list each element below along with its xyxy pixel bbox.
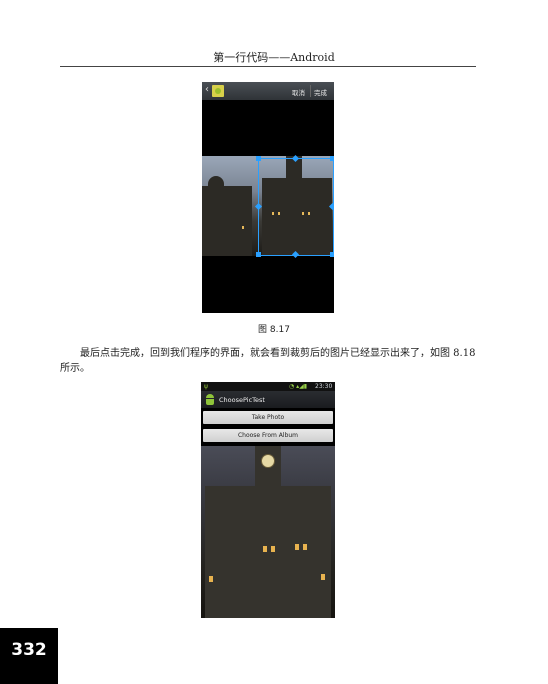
cropped-result-photo bbox=[201, 446, 335, 618]
take-photo-button[interactable]: Take Photo bbox=[203, 411, 333, 424]
android-icon bbox=[205, 394, 215, 405]
figure-app-screenshot: ψ ◔ ▴◢▮ 23:30 ChoosePicTest Take Photo C… bbox=[201, 382, 335, 618]
left-dome bbox=[208, 176, 224, 190]
page-number: 332 bbox=[0, 628, 58, 684]
crop-rectangle[interactable] bbox=[258, 158, 334, 256]
crop-action-bar: ‹ 取消 完成 bbox=[202, 82, 334, 100]
window-light bbox=[321, 574, 325, 580]
gallery-app-icon bbox=[212, 85, 224, 97]
body-paragraph: 最后点击完成，回到我们程序的界面，就会看到裁剪后的图片已经显示出来了，如图 8.… bbox=[60, 348, 476, 374]
done-button[interactable]: 完成 bbox=[314, 87, 327, 97]
left-building bbox=[202, 186, 252, 256]
figure-caption: 图 8.17 bbox=[258, 325, 290, 335]
header-rule bbox=[60, 66, 476, 67]
signal-icons: ◔ ▴◢▮ bbox=[289, 383, 308, 390]
app-title: ChoosePicTest bbox=[219, 396, 265, 404]
crop-handle-top-right[interactable] bbox=[330, 156, 334, 161]
app-title-bar: ChoosePicTest bbox=[201, 391, 335, 408]
clock-tower bbox=[255, 446, 281, 490]
cancel-button[interactable]: 取消 bbox=[292, 87, 305, 97]
usb-icon: ψ bbox=[204, 383, 208, 390]
page-header-title: 第一行代码——Android bbox=[213, 51, 335, 64]
window-light bbox=[271, 546, 275, 552]
choose-from-album-button[interactable]: Choose From Album bbox=[203, 429, 333, 442]
window-light bbox=[263, 546, 267, 552]
window-light bbox=[295, 544, 299, 550]
action-bar-separator bbox=[310, 85, 311, 97]
clock-face bbox=[261, 454, 275, 468]
crop-handle-bottom-left[interactable] bbox=[256, 252, 261, 257]
window-light bbox=[242, 226, 244, 229]
figure-crop-screenshot: ‹ 取消 完成 bbox=[202, 82, 334, 313]
crop-handle-top-left[interactable] bbox=[256, 156, 261, 161]
window-light bbox=[209, 576, 213, 582]
back-arrow-icon[interactable]: ‹ bbox=[205, 84, 209, 96]
window-light bbox=[303, 544, 307, 550]
main-building bbox=[205, 486, 331, 618]
crop-handle-bottom-right[interactable] bbox=[330, 252, 334, 257]
status-bar: ψ ◔ ▴◢▮ 23:30 bbox=[201, 382, 335, 391]
status-time: 23:30 bbox=[315, 383, 333, 390]
